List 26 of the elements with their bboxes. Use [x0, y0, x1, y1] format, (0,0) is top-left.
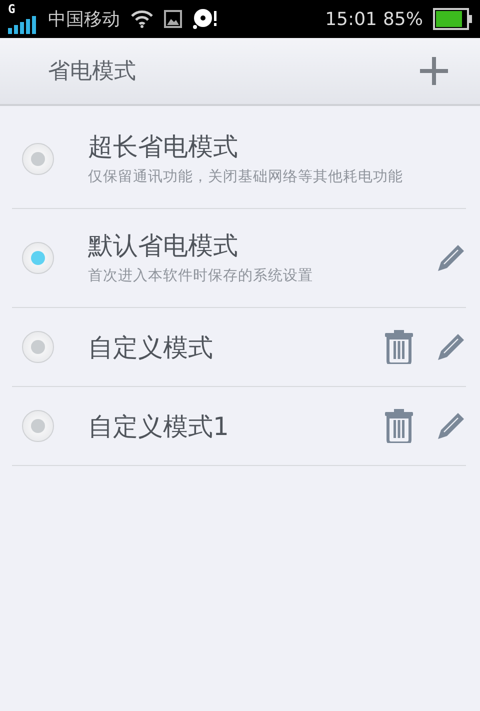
mode-title: 默认省电模式	[88, 230, 239, 262]
image-icon	[164, 10, 182, 28]
wifi-icon	[130, 10, 154, 28]
trash-icon[interactable]	[384, 330, 414, 364]
pencil-icon[interactable]	[436, 332, 466, 362]
radio-button[interactable]	[22, 331, 54, 363]
clock: 15:01	[325, 8, 377, 30]
mode-description: 首次进入本软件时保存的系统设置	[88, 267, 314, 286]
network-type: G	[8, 2, 16, 16]
radio-button[interactable]	[22, 143, 54, 175]
mode-title: 自定义模式1	[88, 410, 230, 442]
mode-description: 仅保留通讯功能，关闭基础网络等其他耗电功能	[88, 168, 404, 187]
pencil-icon[interactable]	[436, 243, 466, 273]
radio-button[interactable]	[22, 410, 54, 442]
pencil-icon[interactable]	[436, 411, 466, 441]
mode-title: 自定义模式	[88, 332, 214, 364]
add-button[interactable]	[418, 55, 450, 87]
disc-icon	[192, 8, 218, 30]
battery-icon	[433, 8, 472, 30]
radio-button[interactable]	[22, 242, 54, 274]
carrier-name: 中国移动	[48, 8, 120, 31]
mode-title: 超长省电模式	[88, 131, 239, 163]
battery-percent: 85%	[382, 8, 423, 30]
signal-icon	[8, 16, 36, 34]
trash-icon[interactable]	[384, 409, 414, 443]
screen-title: 省电模式	[48, 58, 136, 86]
